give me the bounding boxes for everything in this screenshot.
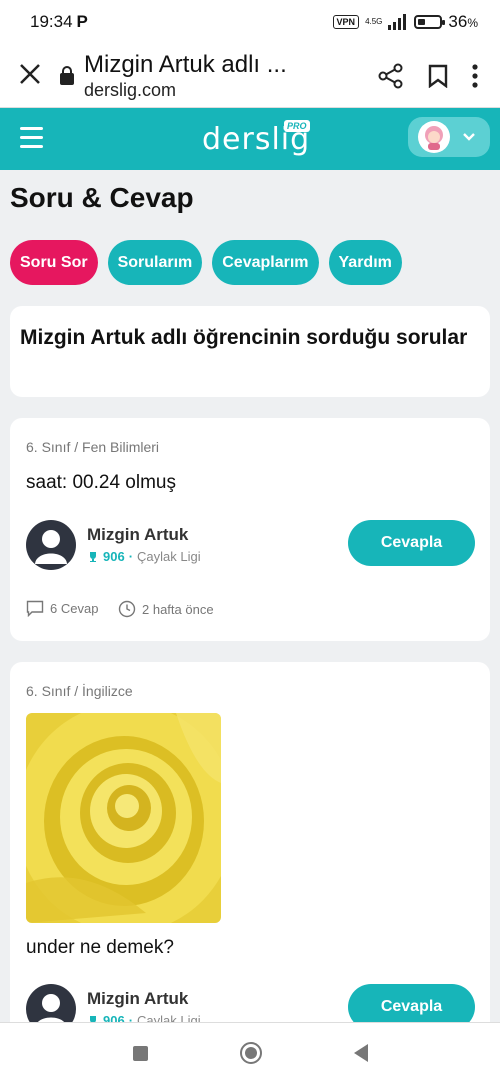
page-title: Soru & Cevap — [10, 182, 194, 213]
section-heading: Mizgin Artuk adlı öğrencinin sorduğu sor… — [10, 306, 490, 397]
profile-menu-button[interactable] — [408, 117, 490, 157]
browser-page-title: Mizgin Artuk adlı ... — [84, 50, 287, 78]
bookmark-icon[interactable] — [428, 64, 448, 88]
network-type: 4.5G — [365, 17, 383, 26]
user-avatar[interactable] — [26, 520, 76, 570]
user-points: 906 — [103, 549, 125, 564]
browser-toolbar: Mizgin Artuk adlı ... derslig.com — [0, 44, 500, 108]
tab-bar: Soru Sor Sorularım Cevaplarım Yardım — [10, 240, 402, 285]
battery-icon — [414, 15, 446, 29]
question-category: 6. Sınıf / İngilizce — [26, 683, 133, 699]
more-vert-icon[interactable] — [472, 63, 478, 88]
signal-icon — [388, 14, 407, 30]
close-icon[interactable] — [0, 59, 60, 93]
question-text[interactable]: under ne demek? — [26, 937, 174, 959]
answer-count-label: 6 Cevap — [50, 601, 99, 616]
status-time: 19:34 — [30, 12, 73, 31]
status-bar: 19:34 P VPN 4.5G 36% — [0, 0, 500, 44]
tab-cevaplarim[interactable]: Cevaplarım — [212, 240, 319, 285]
meta-separator: · — [128, 549, 134, 564]
user-name[interactable]: Mizgin Artuk — [87, 525, 188, 545]
comment-icon — [26, 600, 44, 617]
tab-soru-sor[interactable]: Soru Sor — [10, 240, 98, 285]
user-name[interactable]: Mizgin Artuk — [87, 989, 188, 1009]
user-meta: 906 · Çaylak Ligi — [87, 1013, 201, 1022]
vpn-icon: VPN — [332, 15, 360, 29]
tab-yardim[interactable]: Yardım — [328, 240, 402, 285]
lock-icon — [60, 65, 74, 85]
meta-separator: · — [128, 1013, 134, 1022]
answer-button[interactable]: Cevapla — [348, 520, 475, 566]
question-card[interactable]: 6. Sınıf / Fen Bilimleri saat: 00.24 olm… — [10, 418, 490, 641]
home-icon[interactable] — [239, 1042, 262, 1064]
chevron-down-icon — [462, 129, 476, 145]
question-image[interactable] — [26, 713, 221, 923]
share-icon[interactable] — [378, 63, 404, 89]
system-nav-bar — [0, 1022, 500, 1083]
browser-domain: derslig.com — [84, 79, 177, 100]
site-header: derslig PRO — [0, 108, 500, 170]
trophy-icon — [90, 551, 96, 562]
trophy-icon — [90, 1015, 96, 1022]
pro-badge: PRO — [284, 120, 310, 132]
clock-icon — [118, 600, 136, 618]
url-box[interactable]: Mizgin Artuk adlı ... derslig.com — [84, 51, 378, 101]
answer-button[interactable]: Cevapla — [348, 984, 475, 1022]
user-league: Çaylak Ligi — [137, 549, 201, 564]
recents-icon[interactable] — [132, 1045, 148, 1061]
notification-p-icon: P — [76, 12, 88, 31]
time-label: 2 hafta önce — [142, 601, 214, 617]
user-points: 906 — [103, 1013, 125, 1022]
question-time: 2 hafta önce — [118, 600, 214, 618]
answer-count[interactable]: 6 Cevap — [26, 600, 98, 617]
avatar — [418, 121, 450, 153]
main-content: Soru & Cevap Soru Sor Sorularım Cevaplar… — [0, 170, 500, 1022]
user-meta: 906 · Çaylak Ligi — [87, 549, 201, 564]
question-text[interactable]: saat: 00.24 olmuş — [26, 472, 176, 494]
tab-sorularim[interactable]: Sorularım — [107, 240, 203, 285]
question-category: 6. Sınıf / Fen Bilimleri — [26, 439, 160, 455]
question-card[interactable]: 6. Sınıf / İngilizce under ne demek? Miz… — [10, 662, 490, 1022]
battery-percent: 36% — [448, 12, 478, 31]
user-avatar[interactable] — [26, 984, 76, 1022]
back-icon[interactable] — [353, 1044, 368, 1062]
user-league: Çaylak Ligi — [137, 1013, 201, 1022]
menu-icon[interactable] — [20, 127, 43, 148]
